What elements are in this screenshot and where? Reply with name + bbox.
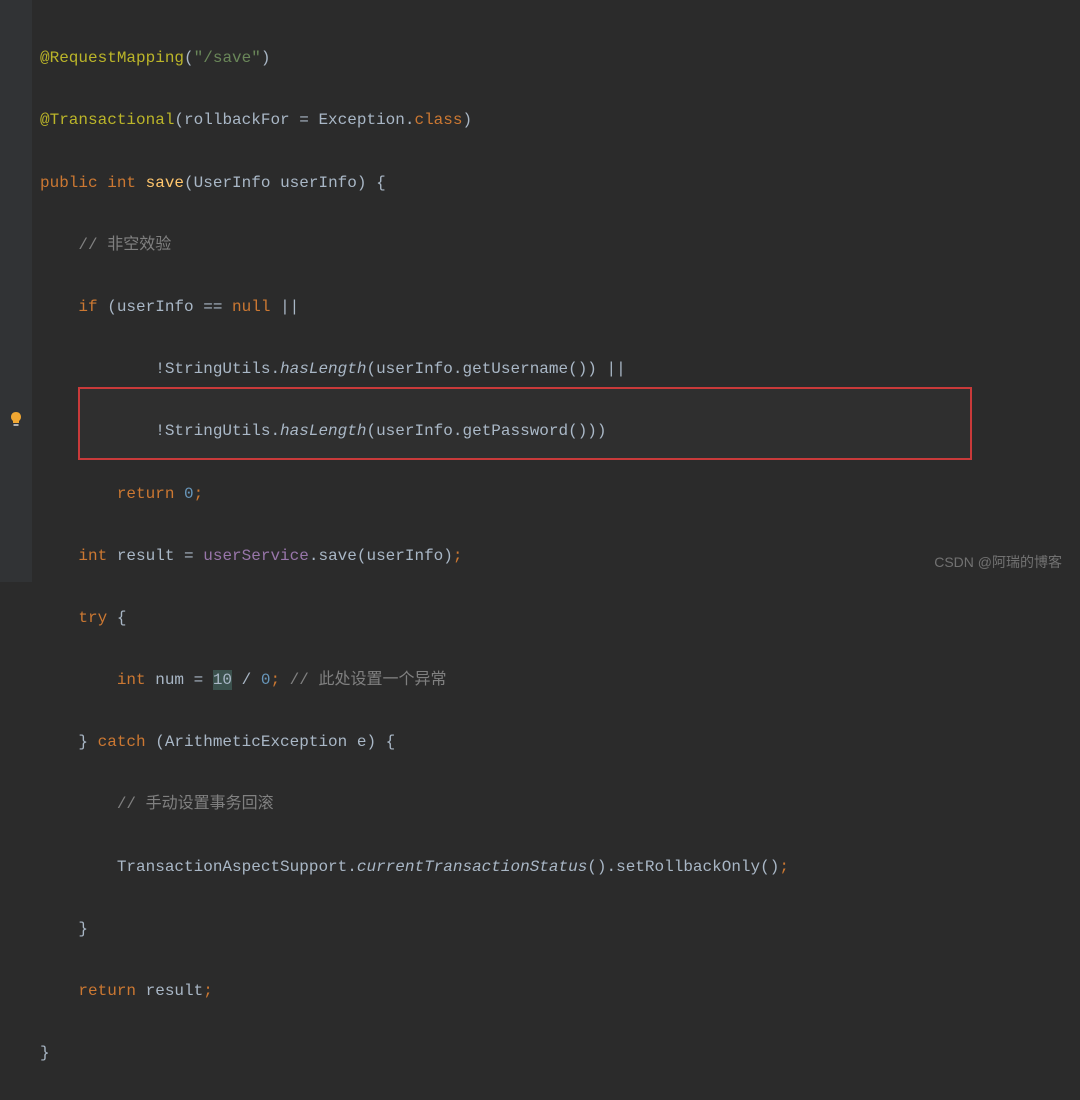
brace: }	[78, 920, 88, 938]
brace-close: }	[78, 733, 97, 751]
number-literal: 0	[261, 671, 271, 689]
variable: result	[146, 982, 204, 1000]
field-ref: userService	[203, 547, 309, 565]
method-call: .save(userInfo)	[309, 547, 453, 565]
indent	[40, 858, 117, 876]
variable: result =	[117, 547, 203, 565]
indent	[40, 733, 78, 751]
comment: // 手动设置事务回滚	[117, 795, 274, 813]
operator: ||	[280, 298, 299, 316]
catch-args: (ArithmeticException e) {	[155, 733, 395, 751]
indent	[40, 609, 78, 627]
indent	[40, 236, 78, 254]
args: (userInfo.getUsername()) ||	[366, 360, 625, 378]
attr-name: rollbackFor	[184, 111, 299, 129]
keyword-int: int	[117, 671, 155, 689]
param-type: UserInfo	[194, 174, 280, 192]
keyword-try: try	[78, 609, 116, 627]
number-highlighted: 10	[213, 670, 232, 690]
semicolon: ;	[194, 485, 204, 503]
static-method: currentTransactionStatus	[357, 858, 587, 876]
keyword-return: return	[117, 485, 184, 503]
class-ref: TransactionAspectSupport.	[117, 858, 357, 876]
keyword-public: public	[40, 174, 107, 192]
operator: /	[232, 671, 261, 689]
brace: }	[40, 1044, 50, 1062]
watermark: CSDN @阿瑞的博客	[934, 549, 1062, 576]
semicolon: ;	[453, 547, 463, 565]
string-literal: "/save"	[194, 49, 261, 67]
brace: {	[117, 609, 127, 627]
indent	[40, 920, 78, 938]
keyword-null: null	[232, 298, 280, 316]
comment: // 此处设置一个异常	[290, 671, 447, 689]
keyword-int: int	[78, 547, 116, 565]
code-editor[interactable]: @RequestMapping("/save") @Transactional(…	[40, 12, 789, 1100]
semicolon: ;	[203, 982, 213, 1000]
indent	[40, 982, 78, 1000]
paren: )	[462, 111, 472, 129]
keyword-return: return	[78, 982, 145, 1000]
condition: (userInfo ==	[107, 298, 232, 316]
indent	[40, 298, 78, 316]
method-name: save	[146, 174, 184, 192]
indent	[40, 547, 78, 565]
param-name: userInfo	[280, 174, 357, 192]
variable: num =	[155, 671, 213, 689]
method-chain: ().setRollbackOnly()	[587, 858, 779, 876]
static-method: hasLength	[280, 360, 366, 378]
indent	[40, 485, 117, 503]
class-ref: Exception.	[318, 111, 414, 129]
keyword-if: if	[78, 298, 107, 316]
editor-gutter	[0, 0, 32, 582]
indent	[40, 422, 155, 440]
semicolon: ;	[270, 671, 289, 689]
paren-brace: ) {	[357, 174, 386, 192]
intention-bulb-icon[interactable]	[8, 408, 24, 424]
keyword-catch: catch	[98, 733, 156, 751]
comment: // 非空效验	[78, 236, 171, 254]
indent	[40, 671, 117, 689]
indent	[40, 795, 117, 813]
annotation: @Transactional	[40, 111, 174, 129]
negation-call: !StringUtils.	[155, 422, 280, 440]
paren: (	[184, 174, 194, 192]
number-literal: 0	[184, 485, 194, 503]
keyword-class: class	[414, 111, 462, 129]
paren: (	[174, 111, 184, 129]
args: (userInfo.getPassword()))	[366, 422, 606, 440]
paren: (	[184, 49, 194, 67]
keyword-int: int	[107, 174, 145, 192]
annotation: @RequestMapping	[40, 49, 184, 67]
paren: )	[261, 49, 271, 67]
indent	[40, 360, 155, 378]
equals: =	[299, 111, 318, 129]
negation-call: !StringUtils.	[155, 360, 280, 378]
semicolon: ;	[779, 858, 789, 876]
static-method: hasLength	[280, 422, 366, 440]
